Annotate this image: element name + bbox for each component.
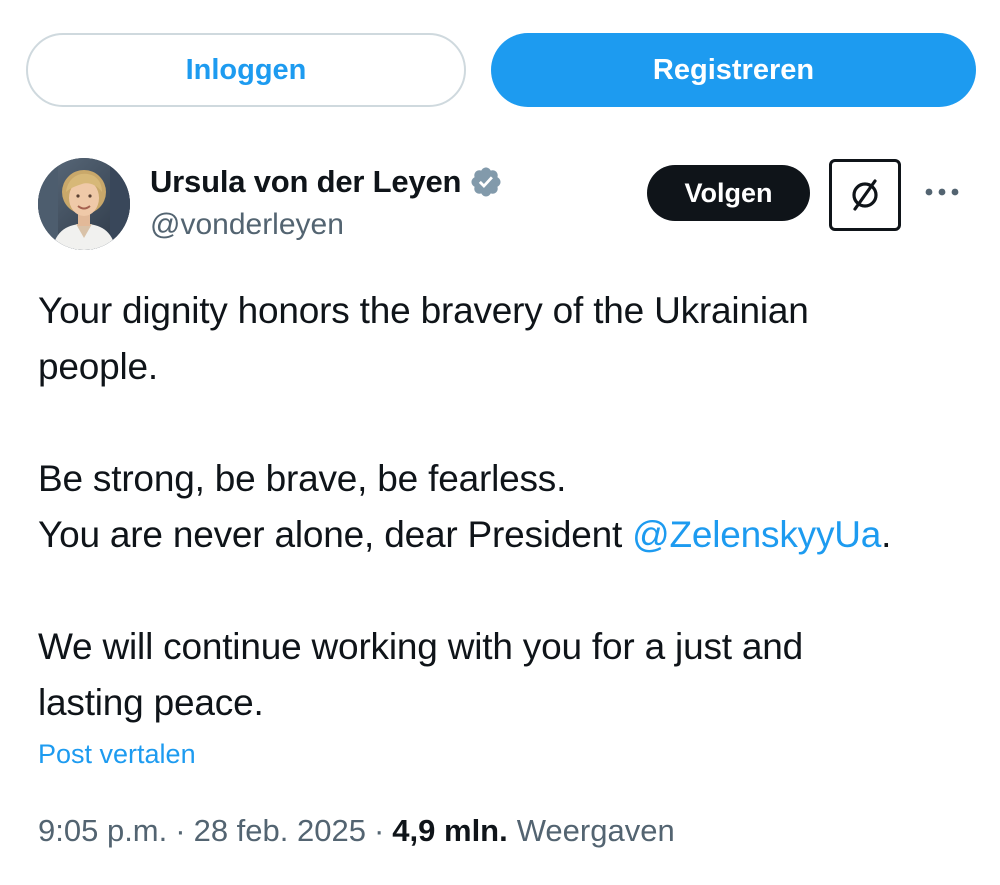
- post-time[interactable]: 9:05 p.m.: [38, 813, 167, 849]
- translate-post-link[interactable]: Post vertalen: [38, 739, 196, 770]
- meta-separator: ·: [175, 813, 186, 848]
- avatar-image: [38, 158, 130, 250]
- post-line-text: You are never alone, dear President: [38, 514, 633, 555]
- meta-separator: ·: [373, 813, 385, 848]
- post-line: people.: [38, 346, 158, 387]
- author-handle[interactable]: @vonderleyen: [150, 208, 344, 242]
- author-name[interactable]: Ursula von der Leyen: [150, 164, 461, 200]
- grok-icon: [852, 179, 878, 211]
- author-name-row: Ursula von der Leyen: [150, 162, 503, 202]
- views-count: 4,9 mln.: [392, 813, 508, 848]
- grok-button[interactable]: [829, 159, 901, 231]
- post-line: You are never alone, dear President @Zel…: [38, 507, 968, 563]
- post-text: Your dignity honors the bravery of the U…: [38, 283, 968, 731]
- tweet-page: Inloggen Registreren Ursula von der Leye…: [0, 0, 1000, 885]
- register-button[interactable]: Registreren: [491, 33, 976, 107]
- post-date[interactable]: 28 feb. 2025: [194, 813, 366, 849]
- login-button[interactable]: Inloggen: [26, 33, 466, 107]
- post-line: Be strong, be brave, be fearless.: [38, 458, 567, 499]
- more-icon: [925, 188, 959, 196]
- follow-button[interactable]: Volgen: [647, 165, 810, 221]
- verified-badge-icon: [469, 165, 503, 199]
- auth-buttons: Inloggen Registreren: [26, 33, 976, 107]
- more-button[interactable]: [920, 172, 964, 212]
- post-line: Your dignity honors the bravery of the U…: [38, 290, 809, 331]
- post-line: We will continue working with you for a …: [38, 626, 804, 667]
- views-label: Weergaven: [516, 813, 675, 848]
- mention-link[interactable]: @ZelenskyyUa: [632, 514, 881, 555]
- avatar[interactable]: [38, 158, 130, 250]
- post-meta: 9:05 p.m. · 28 feb. 2025 · 4,9 mln. Weer…: [38, 813, 675, 849]
- post-line-text: .: [881, 514, 892, 555]
- post-line: lasting peace.: [38, 682, 264, 723]
